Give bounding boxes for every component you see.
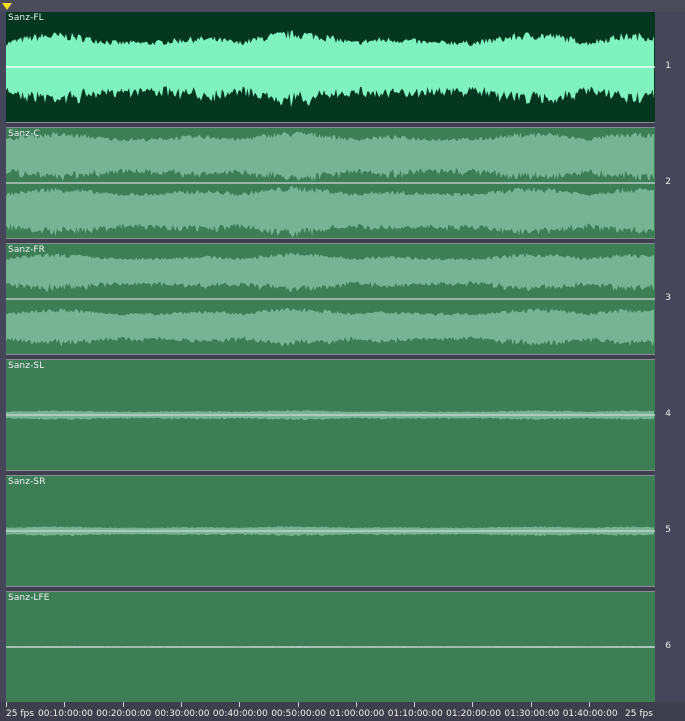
timeline-label: 01:30:00:00 bbox=[504, 709, 560, 719]
waveform bbox=[6, 526, 655, 537]
timeline-tick bbox=[530, 702, 532, 707]
timeline-tick bbox=[64, 702, 66, 707]
timeline-label: 01:20:00:00 bbox=[446, 709, 501, 719]
timeline-label: 00:10:00:00 bbox=[38, 709, 93, 719]
audio-track[interactable]: Sanz-C bbox=[6, 128, 655, 238]
track-number: 6 bbox=[665, 641, 671, 651]
timeline-label: 01:00:00:00 bbox=[329, 709, 385, 719]
audio-track[interactable]: Sanz-SR bbox=[6, 476, 655, 586]
timeline-tick bbox=[414, 702, 416, 707]
timeline-ruler[interactable]: 25 fps 00:10:00:00 00:20:00:00 00:30:00:00 0… bbox=[0, 702, 685, 721]
track-name: Sanz-SR bbox=[8, 477, 46, 487]
timeline-tick bbox=[472, 702, 474, 707]
waveform-shape bbox=[6, 131, 654, 183]
track-number: 2 bbox=[665, 177, 671, 187]
track-number: 5 bbox=[665, 525, 671, 535]
track-name: Sanz-SL bbox=[8, 361, 45, 371]
timeline-label: 00:50:00:00 bbox=[271, 709, 327, 719]
audio-track[interactable]: Sanz-FR bbox=[6, 244, 655, 354]
timeline-tick bbox=[589, 702, 590, 707]
waveform bbox=[6, 252, 655, 348]
playhead-marker-icon[interactable] bbox=[2, 3, 12, 10]
timeline-tick bbox=[239, 702, 241, 707]
waveform-shape bbox=[6, 307, 654, 348]
waveform-shape bbox=[6, 252, 654, 293]
waveform bbox=[6, 410, 655, 421]
timeline-label: 01:10:00:00 bbox=[387, 709, 443, 719]
timeline-label: 01:40:00:00 bbox=[562, 709, 618, 719]
waveform bbox=[6, 646, 655, 649]
track-name: Sanz-FL bbox=[8, 13, 44, 23]
track-number-column: 1 2 3 4 5 6 bbox=[655, 12, 685, 702]
timeline-tick bbox=[122, 702, 124, 707]
waveform-shape bbox=[6, 186, 654, 238]
track-name: Sanz-FR bbox=[8, 245, 46, 255]
waveform bbox=[6, 131, 655, 238]
track-lanes: Sanz-FL Sanz-C Sanz-FR Sanz-SL Sanz-SR Sanz-L… bbox=[6, 12, 655, 702]
timeline-label: 00:30:00:00 bbox=[154, 709, 210, 719]
track-number: 4 bbox=[665, 409, 671, 419]
audio-track[interactable]: Sanz-SL bbox=[6, 360, 655, 470]
timeline-label: 25 fps bbox=[625, 709, 653, 719]
timeline-label: 25 fps bbox=[6, 709, 34, 719]
timeline-tick bbox=[355, 702, 357, 707]
track-number: 1 bbox=[665, 61, 671, 71]
top-bar bbox=[0, 0, 685, 12]
track-number: 3 bbox=[665, 293, 671, 303]
timeline-label: 00:20:00:00 bbox=[96, 709, 152, 719]
track-name: Sanz-C bbox=[8, 129, 40, 139]
timeline-tick bbox=[180, 702, 182, 707]
timeline-tick bbox=[297, 702, 299, 707]
track-name: Sanz-LFE bbox=[8, 593, 50, 603]
waveform bbox=[6, 30, 655, 108]
audio-track[interactable]: Sanz-FL bbox=[6, 12, 655, 122]
timeline-label: 00:40:00:00 bbox=[212, 709, 268, 719]
audio-track[interactable]: Sanz-LFE bbox=[6, 592, 655, 702]
waveform-shape bbox=[6, 30, 654, 108]
timeline-tick bbox=[6, 702, 7, 707]
